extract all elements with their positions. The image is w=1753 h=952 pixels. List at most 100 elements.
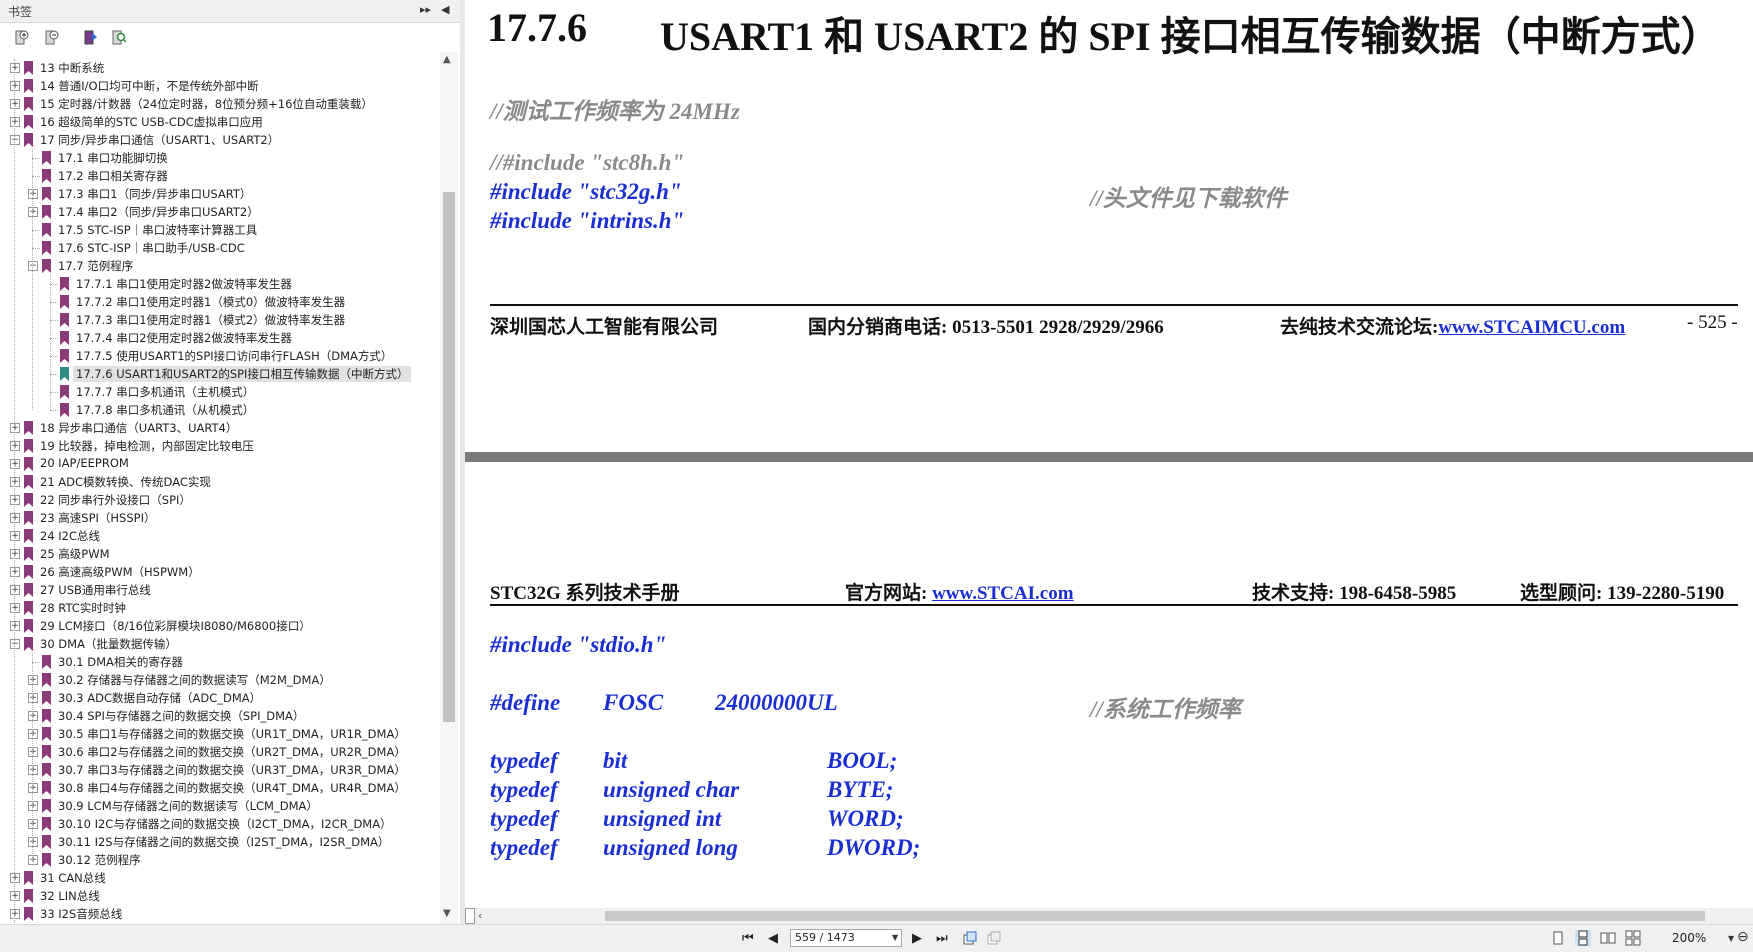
bookmark-item[interactable]: +30.9 LCM与存储器之间的数据读写（LCM_DMA） (0, 797, 440, 815)
bookmark-scrollbar[interactable]: ▲ ▼ (440, 52, 458, 924)
bookmark-item[interactable]: 17.7.6 USART1和USART2的SPI接口相互传输数据（中断方式） (0, 365, 440, 383)
expand-toggle-icon[interactable]: + (10, 477, 20, 487)
bookmark-item[interactable]: +20 IAP/EEPROM (0, 455, 440, 473)
panel-collapse-button[interactable]: ◀ (441, 3, 449, 16)
bookmark-item[interactable]: +13 中断系统 (0, 59, 440, 77)
site-link[interactable]: www.STCAI.com (932, 583, 1073, 604)
zoom-level[interactable]: 200% (1672, 931, 1706, 945)
bookmark-item[interactable]: 17.1 串口功能脚切换 (0, 149, 440, 167)
expand-toggle-icon[interactable]: + (10, 621, 20, 631)
expand-toggle-icon[interactable]: + (28, 675, 38, 685)
bookmark-item[interactable]: 17.7.2 串口1使用定时器1（模式0）做波特率发生器 (0, 293, 440, 311)
bookmark-item[interactable]: +28 RTC实时时钟 (0, 599, 440, 617)
bookmark-item[interactable]: +16 超级简单的STC USB-CDC虚拟串口应用 (0, 113, 440, 131)
horizontal-scroll-thumb[interactable] (605, 911, 1705, 921)
expand-toggle-icon[interactable]: + (28, 711, 38, 721)
goto-bookmark-icon[interactable] (82, 29, 99, 46)
expand-toggle-icon[interactable]: + (28, 765, 38, 775)
expand-toggle-icon[interactable]: + (10, 63, 20, 73)
bookmark-item[interactable]: +23 高速SPI（HSSPI） (0, 509, 440, 527)
expand-toggle-icon[interactable]: + (28, 207, 38, 217)
expand-toggle-icon[interactable]: + (10, 603, 20, 613)
expand-toggle-icon[interactable]: + (10, 459, 20, 469)
page-number-input[interactable]: 559 / 1473 (790, 929, 902, 947)
bookmark-item[interactable]: +15 定时器/计数器（24位定时器，8位预分频+16位自动重装载） (0, 95, 440, 113)
expand-toggle-icon[interactable]: + (28, 693, 38, 703)
bookmark-item[interactable]: +18 异步串口通信（UART3、UART4） (0, 419, 440, 437)
find-bookmark-icon[interactable] (110, 29, 127, 46)
bookmark-item[interactable]: 17.7.8 串口多机通讯（从机模式） (0, 401, 440, 419)
collapse-toggle-icon[interactable]: − (10, 135, 20, 145)
expand-toggle-icon[interactable]: + (10, 81, 20, 91)
bookmark-item[interactable]: +30.8 串口4与存储器之间的数据交换（UR4T_DMA，UR4R_DMA） (0, 779, 440, 797)
expand-toggle-icon[interactable]: + (10, 873, 20, 883)
forum-link[interactable]: www.STCAIMCU.com (1438, 317, 1625, 338)
scroll-left-icon[interactable]: ‹ (478, 909, 482, 922)
bookmark-item[interactable]: +26 高速高级PWM（HSPWM） (0, 563, 440, 581)
expand-bookmark-icon[interactable] (13, 29, 30, 46)
bookmark-item[interactable]: 17.7.3 串口1使用定时器1（模式2）做波特率发生器 (0, 311, 440, 329)
bookmark-item[interactable]: 17.7.1 串口1使用定时器2做波特率发生器 (0, 275, 440, 293)
bookmark-item[interactable]: +30.10 I2C与存储器之间的数据交换（I2CT_DMA，I2CR_DMA） (0, 815, 440, 833)
last-page-icon[interactable]: ⏭ (936, 931, 948, 946)
bookmark-item[interactable]: +33 I2S音频总线 (0, 905, 440, 923)
bookmark-item[interactable]: +21 ADC模数转换、传统DAC实现 (0, 473, 440, 491)
expand-toggle-icon[interactable]: + (10, 423, 20, 433)
bookmark-item[interactable]: 17.6 STC-ISP｜串口助手/USB-CDC (0, 239, 440, 257)
next-page-icon[interactable]: ▶ (912, 931, 922, 946)
scroll-down-icon[interactable]: ▼ (443, 908, 451, 919)
scroll-up-icon[interactable]: ▲ (443, 54, 451, 65)
bookmark-item[interactable]: +25 高级PWM (0, 545, 440, 563)
bookmark-item[interactable]: +24 I2C总线 (0, 527, 440, 545)
bookmark-item[interactable]: 17.2 串口相关寄存器 (0, 167, 440, 185)
expand-toggle-icon[interactable]: + (28, 747, 38, 757)
expand-toggle-icon[interactable]: + (28, 783, 38, 793)
facing-pages-icon[interactable] (1600, 930, 1616, 946)
expand-toggle-icon[interactable]: + (10, 585, 20, 595)
expand-toggle-icon[interactable]: + (28, 837, 38, 847)
previous-page-icon[interactable]: ◀ (768, 931, 778, 946)
bookmark-item[interactable]: 17.7.4 串口2使用定时器2做波特率发生器 (0, 329, 440, 347)
expand-toggle-icon[interactable]: + (10, 891, 20, 901)
expand-toggle-icon[interactable]: + (28, 819, 38, 829)
collapse-toggle-icon[interactable]: − (28, 261, 38, 271)
bookmark-item[interactable]: +30.5 串口1与存储器之间的数据交换（UR1T_DMA，UR1R_DMA） (0, 725, 440, 743)
zoom-out-icon[interactable]: ⊖ (1737, 929, 1749, 945)
expand-toggle-icon[interactable]: + (10, 513, 20, 523)
zoom-dropdown-icon[interactable]: ▼ (1728, 934, 1734, 943)
expand-toggle-icon[interactable]: + (10, 567, 20, 577)
chevron-down-icon[interactable]: ▼ (892, 933, 898, 942)
continuous-page-icon[interactable] (1575, 930, 1591, 946)
bookmark-item[interactable]: +17.3 串口1（同步/异步串口USART） (0, 185, 440, 203)
collapse-toggle-icon[interactable]: − (10, 639, 20, 649)
expand-toggle-icon[interactable]: + (28, 801, 38, 811)
first-page-icon[interactable]: ⏮ (742, 931, 754, 946)
expand-toggle-icon[interactable]: + (28, 855, 38, 865)
bookmark-item[interactable]: − 30 DMA（批量数据传输） (0, 635, 440, 653)
bookmark-item[interactable]: 30.1 DMA相关的寄存器 (0, 653, 440, 671)
expand-toggle-icon[interactable]: + (10, 531, 20, 541)
expand-toggle-icon[interactable]: + (28, 729, 38, 739)
expand-toggle-icon[interactable]: + (10, 909, 20, 919)
bookmark-item[interactable]: +30.11 I2S与存储器之间的数据交换（I2ST_DMA，I2SR_DMA） (0, 833, 440, 851)
horizontal-scrollbar[interactable]: ‹ (465, 908, 1753, 924)
continuous-facing-icon[interactable] (1625, 930, 1641, 946)
expand-toggle-icon[interactable]: + (10, 441, 20, 451)
bookmark-item[interactable]: +27 USB通用串行总线 (0, 581, 440, 599)
bookmark-item[interactable]: +30.4 SPI与存储器之间的数据交换（SPI_DMA） (0, 707, 440, 725)
bookmark-item[interactable]: +30.6 串口2与存储器之间的数据交换（UR2T_DMA，UR2R_DMA） (0, 743, 440, 761)
bookmark-item[interactable]: +30.7 串口3与存储器之间的数据交换（UR3T_DMA，UR3R_DMA） (0, 761, 440, 779)
bookmark-item[interactable]: +30.12 范例程序 (0, 851, 440, 869)
bookmark-item[interactable]: +19 比较器，掉电检测，内部固定比较电压 (0, 437, 440, 455)
bookmark-item[interactable]: 17.5 STC-ISP｜串口波特率计算器工具 (0, 221, 440, 239)
bookmark-item[interactable]: +31 CAN总线 (0, 869, 440, 887)
bookmark-item[interactable]: +22 同步串行外设接口（SPI） (0, 491, 440, 509)
bookmark-item[interactable]: +30.3 ADC数据自动存储（ADC_DMA） (0, 689, 440, 707)
bookmark-item[interactable]: − 17.7 范例程序 (0, 257, 440, 275)
bookmark-item[interactable]: +32 LIN总线 (0, 887, 440, 905)
bookmark-item[interactable]: 17.7.5 使用USART1的SPI接口访问串行FLASH（DMA方式） (0, 347, 440, 365)
expand-toggle-icon[interactable]: + (10, 549, 20, 559)
bookmark-item[interactable]: +29 LCM接口（8/16位彩屏模块I8080/M6800接口） (0, 617, 440, 635)
expand-toggle-icon[interactable]: + (10, 117, 20, 127)
collapse-bookmark-icon[interactable] (43, 29, 60, 46)
